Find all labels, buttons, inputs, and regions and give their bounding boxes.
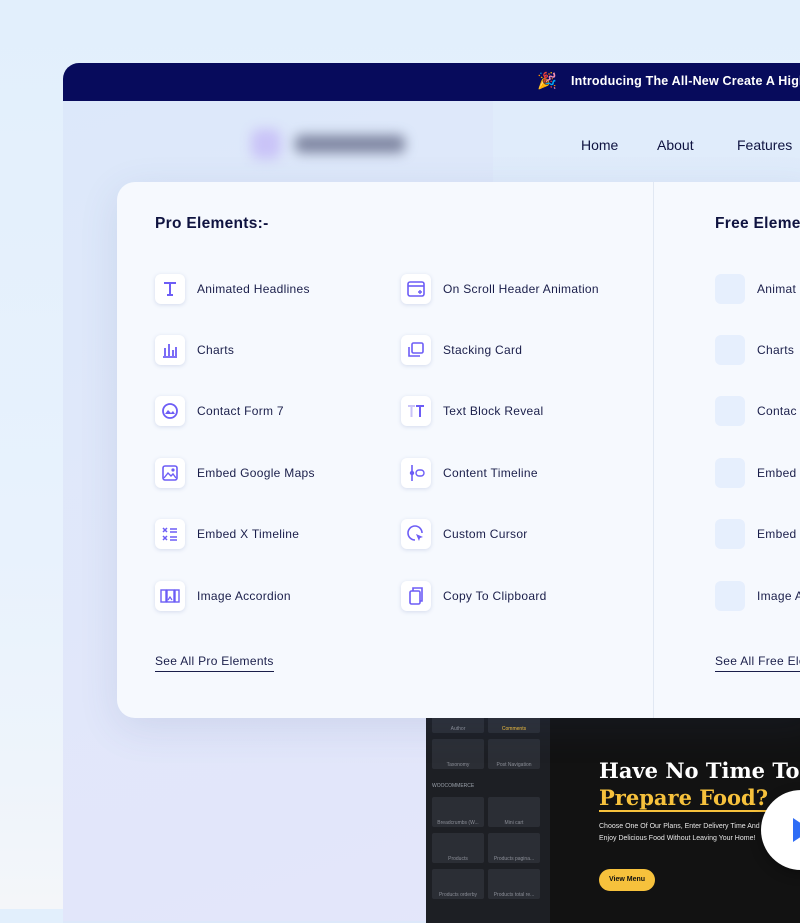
preview-tile: Taxonomy — [432, 739, 484, 769]
pro-item-label: Stacking Card — [443, 343, 523, 357]
pro-item-label: Animated Headlines — [197, 282, 310, 296]
free-item-icon — [715, 519, 745, 549]
animated-headline-icon — [155, 274, 185, 304]
free-item-icon — [715, 335, 745, 365]
nav-item-home[interactable]: Home — [581, 137, 618, 153]
play-icon — [793, 818, 800, 842]
free-item-icon — [715, 581, 745, 611]
announcement-bar[interactable]: 🎉 Introducing The All-New Create A High- — [63, 63, 800, 101]
pro-item-label: On Scroll Header Animation — [443, 282, 599, 296]
logo-wordmark — [295, 135, 405, 153]
pro-item-label: Embed X Timeline — [197, 527, 300, 541]
preview-view-menu-button: View Menu — [599, 869, 655, 891]
preview-tile: Products pagina... — [488, 833, 540, 863]
cursor-icon — [401, 519, 431, 549]
pro-elements-title: Pro Elements:- — [155, 215, 269, 232]
preview-body: Choose One Of Our Plans, Enter Delivery … — [599, 823, 760, 842]
preview-title-line2: Prepare Food? — [599, 785, 769, 812]
logo-mark-icon — [251, 129, 281, 159]
free-item-label: Contac — [757, 404, 797, 418]
stacking-card-icon — [401, 335, 431, 365]
free-item-label: Animat — [757, 282, 797, 296]
party-popper-icon: 🎉 — [537, 73, 557, 90]
preview-tile: Mini cart — [488, 797, 540, 827]
site-logo[interactable] — [251, 121, 411, 169]
contact-form-icon — [155, 396, 185, 426]
pro-item-label: Image Accordion — [197, 589, 291, 603]
pro-item-label: Copy To Clipboard — [443, 589, 547, 603]
scroll-header-icon — [401, 274, 431, 304]
preview-tile: Products total re... — [488, 869, 540, 899]
preview-tile: Products — [432, 833, 484, 863]
free-elements-title: Free Eleme — [715, 215, 800, 232]
free-item-label: Charts — [757, 343, 795, 357]
x-timeline-icon — [155, 519, 185, 549]
pro-item-label: Charts — [197, 343, 235, 357]
free-item-icon — [715, 458, 745, 488]
image-accordion-icon — [155, 581, 185, 611]
pro-item-label: Text Block Reveal — [443, 404, 544, 418]
preview-sidebar-heading: WOOCOMMERCE — [432, 783, 475, 789]
nav-item-about[interactable]: About — [657, 137, 694, 153]
preview-sidebar: Author Comments Taxonomy Post Navigation… — [426, 703, 550, 923]
free-item-icon — [715, 274, 745, 304]
map-icon — [155, 458, 185, 488]
preview-tile: Breadcrumbs (W... — [432, 797, 484, 827]
preview-title-line1: Have No Time To — [599, 758, 800, 783]
preview-tile: Post Navigation — [488, 739, 540, 769]
hero-preview-image: Author Comments Taxonomy Post Navigation… — [426, 703, 800, 923]
pro-item-label: Custom Cursor — [443, 527, 528, 541]
menu-divider — [653, 182, 654, 718]
preview-tile: Products orderby — [432, 869, 484, 899]
text-reveal-icon — [401, 396, 431, 426]
elements-mega-menu: Pro Elements:- Animated Headlines Charts… — [117, 182, 800, 718]
pro-item-label: Content Timeline — [443, 466, 538, 480]
free-item-label: Embed — [757, 466, 797, 480]
timeline-icon — [401, 458, 431, 488]
pro-item-label: Embed Google Maps — [197, 466, 315, 480]
clipboard-icon — [401, 581, 431, 611]
see-all-pro-elements-link[interactable]: See All Pro Elements — [155, 654, 274, 672]
nav-item-features[interactable]: Features — [737, 137, 792, 153]
chart-icon — [155, 335, 185, 365]
free-item-icon — [715, 396, 745, 426]
pro-item-label: Contact Form 7 — [197, 404, 284, 418]
see-all-free-elements-link[interactable]: See All Free Ele — [715, 654, 800, 672]
free-item-label: Embed — [757, 527, 797, 541]
announcement-text[interactable]: Introducing The All-New Create A High- — [571, 74, 800, 88]
free-item-label: Image A — [757, 589, 800, 603]
